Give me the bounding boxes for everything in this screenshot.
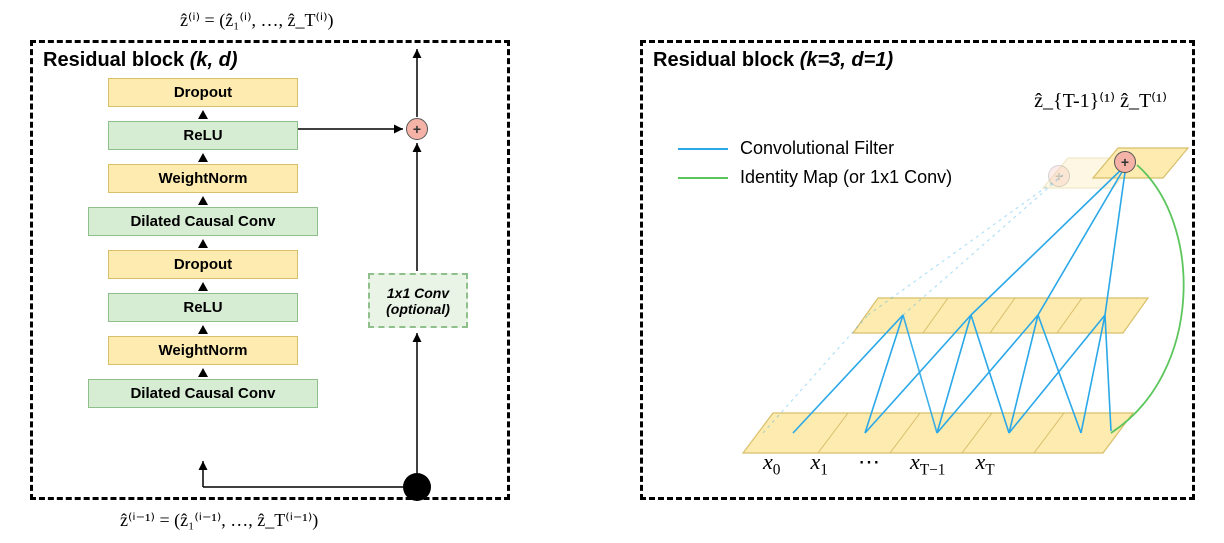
xlabel-0: x0 <box>763 449 780 479</box>
arrow-up-icon <box>198 282 208 291</box>
residual-block-right-panel: Residual block (k=3, d=1) ẑ_{T-1}⁽¹⁾ ẑ_T… <box>640 40 1195 500</box>
layer-relu-2: ReLU <box>108 121 298 150</box>
optional-line2: (optional) <box>386 301 450 317</box>
arrow-up-icon <box>198 196 208 205</box>
title-text: Residual block <box>653 49 800 71</box>
xlabel-1: x1 <box>810 449 827 479</box>
title-text: Residual block <box>43 49 190 71</box>
residual-block-left-panel: Residual block (k, d) Dropout ReLU Weigh… <box>30 40 510 500</box>
legend-label-identity: Identity Map (or 1x1 Conv) <box>740 167 952 188</box>
legend-label-conv: Convolutional Filter <box>740 138 894 159</box>
layer-dropout-1: Dropout <box>108 250 298 279</box>
optional-1x1-conv-box: 1x1 Conv (optional) <box>368 273 468 328</box>
optional-line1: 1x1 Conv <box>387 285 449 301</box>
layer-weightnorm-2: WeightNorm <box>108 164 298 193</box>
layer-stack: Dropout ReLU WeightNorm Dilated Causal C… <box>83 78 323 411</box>
add-node-faded-icon: + <box>1048 165 1070 187</box>
arrow-up-icon <box>198 110 208 119</box>
layer-dropout-2: Dropout <box>108 78 298 107</box>
equation-input: ẑ⁽ⁱ⁻¹⁾ = (ẑ₁⁽ⁱ⁻¹⁾, …, ẑ_T⁽ⁱ⁻¹⁾) <box>120 510 318 531</box>
legend-line-blue-icon <box>678 148 728 150</box>
panel-title-right: Residual block (k=3, d=1) <box>653 49 893 72</box>
add-node-icon: + <box>406 118 428 140</box>
legend-row-conv: Convolutional Filter <box>678 138 952 159</box>
input-split-node-icon <box>403 473 431 501</box>
title-params: (k=3, d=1) <box>800 49 893 71</box>
arrow-up-icon <box>198 368 208 377</box>
title-params: (k, d) <box>190 49 238 71</box>
add-node-right-icon: + <box>1114 151 1136 173</box>
legend-row-identity: Identity Map (or 1x1 Conv) <box>678 167 952 188</box>
legend-line-green-icon <box>678 177 728 179</box>
layer-dilated-conv-1: Dilated Causal Conv <box>88 379 318 408</box>
input-x-labels: x0 x1 ⋯ xT−1 xT <box>763 449 995 479</box>
xlabel-Tm1: xT−1 <box>910 449 946 479</box>
legend: Convolutional Filter Identity Map (or 1x… <box>678 138 952 196</box>
equation-output: ẑ⁽ⁱ⁾ = (ẑ₁⁽ⁱ⁾, …, ẑ_T⁽ⁱ⁾) <box>180 10 334 31</box>
arrow-up-icon <box>198 153 208 162</box>
xlabel-dots: ⋯ <box>858 449 880 475</box>
layer-dilated-conv-2: Dilated Causal Conv <box>88 207 318 236</box>
layer-weightnorm-1: WeightNorm <box>108 336 298 365</box>
output-labels-top: ẑ_{T-1}⁽¹⁾ ẑ_T⁽¹⁾ <box>1034 88 1167 113</box>
arrow-up-icon <box>198 325 208 334</box>
layer-relu-1: ReLU <box>108 293 298 322</box>
arrow-up-icon <box>198 239 208 248</box>
xlabel-T: xT <box>975 449 994 479</box>
panel-title-left: Residual block (k, d) <box>43 49 238 72</box>
